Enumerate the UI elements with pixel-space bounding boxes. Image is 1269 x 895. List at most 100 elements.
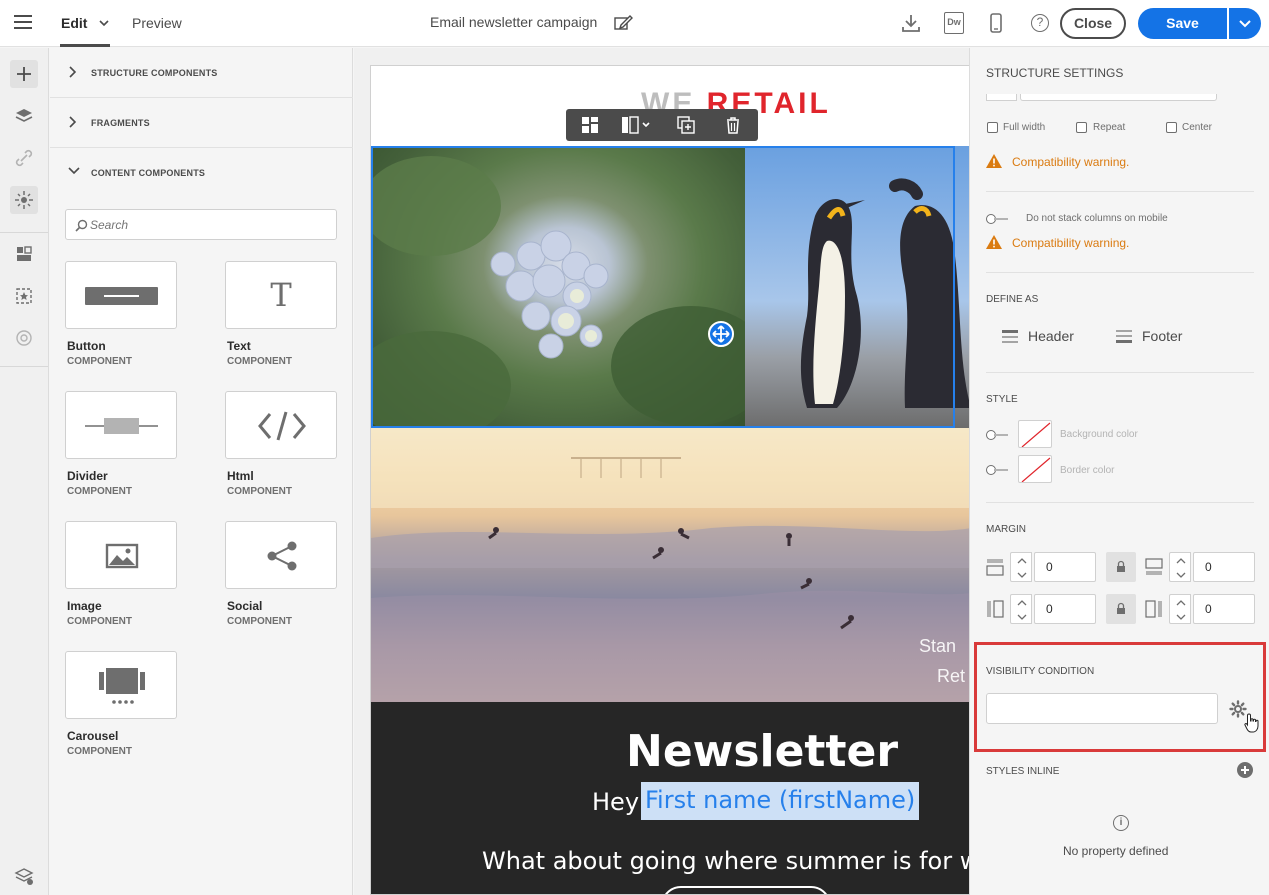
download-icon[interactable]: [900, 12, 922, 34]
cta-button[interactable]: [661, 886, 831, 894]
search-icon: [75, 219, 88, 232]
component-tile[interactable]: [225, 521, 337, 589]
margin-bottom-input[interactable]: 0: [1193, 552, 1255, 582]
add-components-icon[interactable]: [10, 60, 38, 88]
structure-settings-panel: STRUCTURE SETTINGS Full width Repeat Cen…: [969, 48, 1269, 895]
component-tile[interactable]: [65, 261, 177, 329]
component-type: COMPONENT: [227, 616, 292, 627]
component-tile[interactable]: [225, 391, 337, 459]
footer-icon: [1116, 330, 1132, 343]
background-color-swatch[interactable]: [1018, 420, 1052, 448]
component-button[interactable]: Button COMPONENT: [65, 261, 177, 371]
greeting-text[interactable]: Hey: [592, 788, 639, 816]
margin-left-stepper[interactable]: [1010, 594, 1032, 624]
duplicate-icon[interactable]: [677, 116, 695, 134]
margin-top-icon: [986, 559, 1004, 576]
component-social[interactable]: Social COMPONENT: [225, 521, 337, 631]
component-name: Text: [227, 339, 251, 353]
compatibility-warning: Compatibility warning.: [1012, 236, 1130, 250]
edit-pen-icon[interactable]: [613, 13, 633, 33]
move-icon: [712, 325, 730, 343]
image-icon: [105, 543, 139, 569]
component-tile[interactable]: [65, 391, 177, 459]
section-fragments[interactable]: FRAGMENTS: [50, 98, 353, 148]
background-color-label: Background color: [1060, 429, 1138, 440]
chevron-down-icon[interactable]: [99, 18, 109, 28]
background-color-toggle[interactable]: [986, 430, 1008, 440]
delete-icon[interactable]: [724, 116, 742, 134]
component-text[interactable]: T Text COMPONENT: [225, 261, 337, 371]
component-carousel[interactable]: Carousel COMPONENT: [65, 651, 177, 761]
html-icon: [258, 411, 306, 441]
component-type: COMPONENT: [227, 356, 292, 367]
help-icon[interactable]: ?: [1031, 14, 1049, 32]
margin-bottom-stepper[interactable]: [1169, 552, 1191, 582]
section-content-components[interactable]: CONTENT COMPONENTS: [50, 148, 353, 198]
warning-icon: [986, 235, 1002, 249]
margin-top-stepper[interactable]: [1010, 552, 1032, 582]
chevron-down-icon: [1239, 20, 1251, 28]
center-checkbox[interactable]: [1166, 122, 1177, 133]
layer-settings-icon[interactable]: [10, 862, 38, 890]
full-width-label: Full width: [1003, 122, 1046, 133]
margin-top-input[interactable]: 0: [1034, 552, 1096, 582]
body-text[interactable]: What about going where summer is for win…: [482, 847, 969, 875]
dynamic-content-icon[interactable]: [10, 282, 38, 310]
section-label: FRAGMENTS: [91, 118, 150, 128]
margin-left-input[interactable]: 0: [1034, 594, 1096, 624]
selected-structure-row[interactable]: [371, 146, 955, 428]
section-label: STRUCTURE COMPONENTS: [91, 68, 218, 78]
component-divider[interactable]: Divider COMPONENT: [65, 391, 177, 501]
section-structure-components[interactable]: STRUCTURE COMPONENTS: [50, 48, 353, 98]
repeat-checkbox[interactable]: [1076, 122, 1087, 133]
move-handle[interactable]: [708, 321, 734, 347]
beach-illustration: [371, 428, 969, 702]
personalization-icon[interactable]: [10, 186, 38, 214]
margin-lock-button[interactable]: [1106, 594, 1136, 624]
beach-surfers-image[interactable]: Stan Ret: [371, 428, 969, 702]
warning-icon: [986, 154, 1002, 168]
add-style-button[interactable]: [1237, 762, 1253, 778]
fragments-icon[interactable]: [10, 240, 38, 268]
tab-preview[interactable]: Preview: [132, 0, 182, 47]
link-icon[interactable]: [10, 144, 38, 172]
target-icon[interactable]: [10, 324, 38, 352]
newsletter-block[interactable]: Newsletter Hey First name (firstName) Wh…: [371, 702, 969, 894]
margin-right-icon: [1145, 600, 1162, 618]
stack-columns-toggle[interactable]: [986, 214, 1008, 224]
layers-icon[interactable]: [10, 102, 38, 130]
visibility-condition-input[interactable]: [986, 693, 1218, 724]
layout-grid-icon[interactable]: [581, 116, 599, 134]
save-options-button[interactable]: [1229, 8, 1261, 39]
component-html[interactable]: Html COMPONENT: [225, 391, 337, 501]
component-name: Button: [67, 339, 106, 353]
component-tile[interactable]: [65, 651, 177, 719]
newsletter-title[interactable]: Newsletter: [626, 726, 898, 777]
dreamweaver-icon[interactable]: Dw: [944, 12, 964, 34]
component-image[interactable]: Image COMPONENT: [65, 521, 177, 631]
personalization-field-firstname[interactable]: First name (firstName): [641, 782, 920, 820]
border-color-swatch[interactable]: [1018, 455, 1052, 483]
margin-right-input[interactable]: 0: [1193, 594, 1255, 624]
settings-title: STRUCTURE SETTINGS: [986, 66, 1124, 80]
component-name: Social: [227, 599, 263, 613]
component-tile[interactable]: T: [225, 261, 337, 329]
save-button[interactable]: Save: [1138, 8, 1227, 39]
margin-right-stepper[interactable]: [1169, 594, 1191, 624]
section-divider: [986, 372, 1254, 373]
component-tile[interactable]: [65, 521, 177, 589]
close-button[interactable]: Close: [1060, 8, 1126, 39]
columns-icon[interactable]: [621, 116, 653, 134]
search-box[interactable]: [65, 209, 337, 240]
menu-icon[interactable]: [14, 15, 32, 31]
margin-bottom-icon: [1145, 558, 1163, 575]
full-width-checkbox[interactable]: [987, 122, 998, 133]
search-input[interactable]: [90, 216, 330, 234]
border-color-toggle[interactable]: [986, 465, 1008, 475]
carousel-icon: [99, 668, 145, 704]
define-footer-option[interactable]: Footer: [1142, 328, 1182, 344]
margin-lock-button[interactable]: [1106, 552, 1136, 582]
mobile-preview-icon[interactable]: [985, 12, 1007, 34]
plus-icon: [1241, 766, 1249, 774]
define-header-option[interactable]: Header: [1028, 328, 1074, 344]
